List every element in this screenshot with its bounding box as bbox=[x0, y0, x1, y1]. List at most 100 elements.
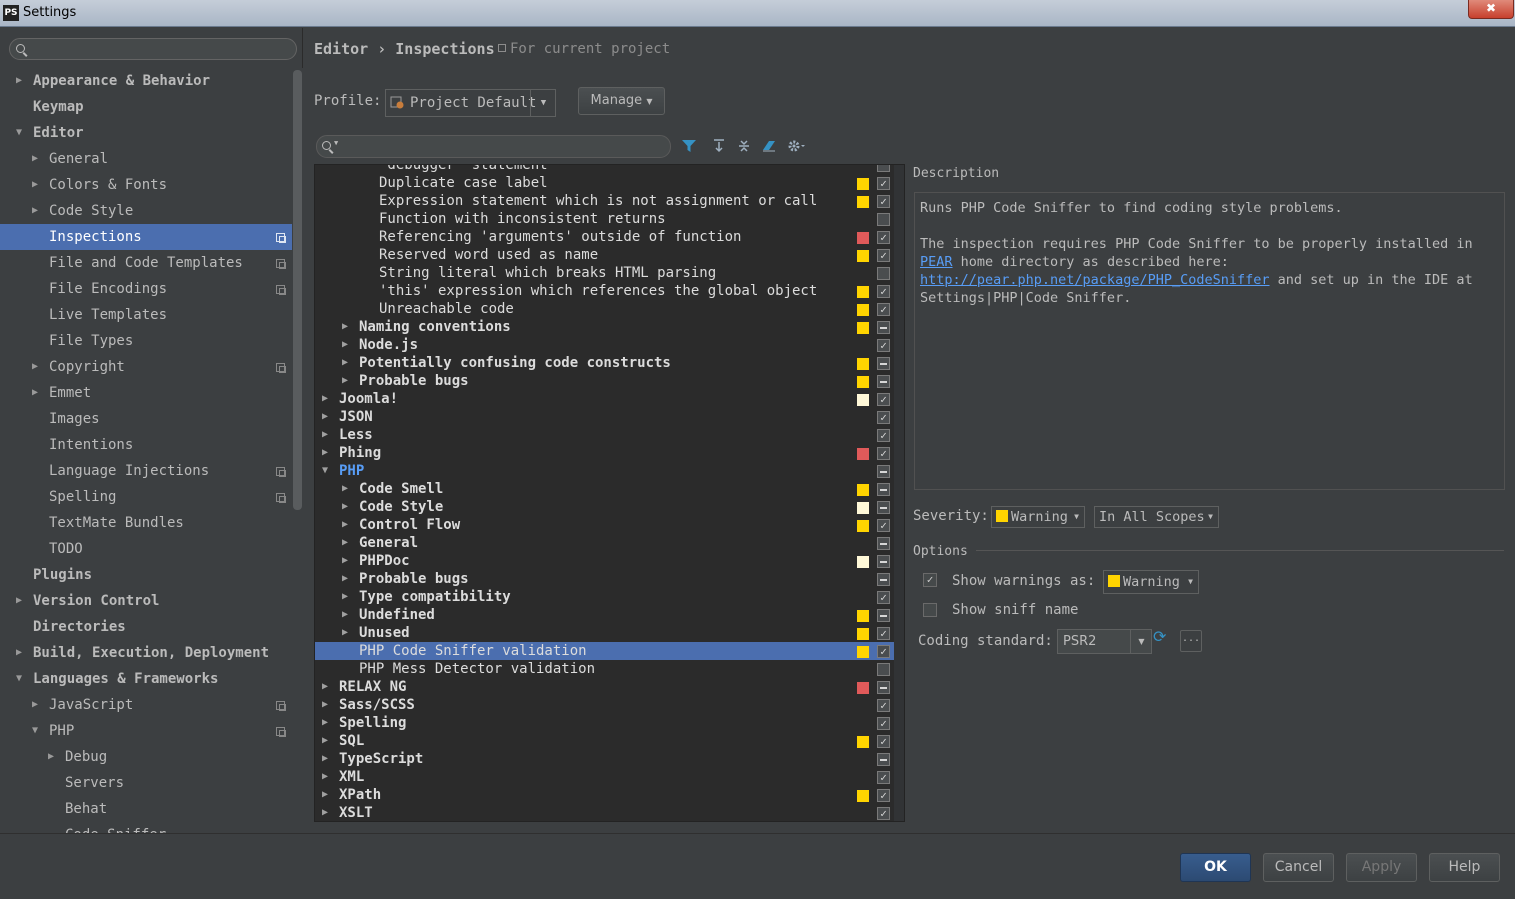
inspection-checkbox[interactable] bbox=[877, 411, 890, 424]
sidebar-item[interactable]: Spelling bbox=[0, 484, 292, 510]
sidebar-scrollbar[interactable] bbox=[292, 68, 303, 833]
reset-eraser-icon[interactable] bbox=[761, 138, 777, 154]
inspection-row[interactable]: ▶ Node.js bbox=[315, 336, 894, 354]
inspection-checkbox[interactable] bbox=[877, 753, 890, 766]
sidebar-item[interactable]: Live Templates bbox=[0, 302, 292, 328]
inspection-row[interactable]: Reserved word used as name bbox=[315, 246, 894, 264]
inspection-filter-input[interactable]: ▼ bbox=[316, 135, 671, 158]
sidebar-item[interactable]: Images bbox=[0, 406, 292, 432]
inspection-checkbox[interactable] bbox=[877, 375, 890, 388]
settings-search-input[interactable] bbox=[9, 38, 297, 60]
collapsed-arrow-icon[interactable]: ▶ bbox=[322, 408, 328, 426]
collapsed-arrow-icon[interactable]: ▶ bbox=[342, 336, 348, 354]
inspection-checkbox[interactable] bbox=[877, 339, 890, 352]
sidebar-item[interactable]: Intentions bbox=[0, 432, 292, 458]
inspection-checkbox[interactable] bbox=[877, 357, 890, 370]
inspection-checkbox[interactable] bbox=[877, 591, 890, 604]
collapsed-arrow-icon[interactable]: ▶ bbox=[16, 640, 22, 666]
inspection-checkbox[interactable] bbox=[877, 393, 890, 406]
expanded-arrow-icon[interactable]: ▼ bbox=[322, 462, 328, 480]
collapsed-arrow-icon[interactable]: ▶ bbox=[322, 678, 328, 696]
scope-dropdown[interactable]: In All Scopes ▼ bbox=[1094, 506, 1219, 528]
inspection-checkbox[interactable] bbox=[877, 267, 890, 280]
collapsed-arrow-icon[interactable]: ▶ bbox=[322, 786, 328, 804]
close-button[interactable]: ✖ bbox=[1468, 0, 1514, 19]
inspection-checkbox[interactable] bbox=[877, 447, 890, 460]
collapsed-arrow-icon[interactable]: ▶ bbox=[16, 588, 22, 614]
inspection-row[interactable]: Referencing 'arguments' outside of funct… bbox=[315, 228, 894, 246]
inspection-row[interactable]: ▶ Code Smell bbox=[315, 480, 894, 498]
inspection-row[interactable]: ▶ Less bbox=[315, 426, 894, 444]
collapsed-arrow-icon[interactable]: ▶ bbox=[342, 570, 348, 588]
inspection-checkbox[interactable] bbox=[877, 519, 890, 532]
collapsed-arrow-icon[interactable]: ▶ bbox=[32, 172, 38, 198]
collapsed-arrow-icon[interactable]: ▶ bbox=[342, 552, 348, 570]
inspection-row[interactable]: ▶ JSON bbox=[315, 408, 894, 426]
inspection-row[interactable]: Expression statement which is not assign… bbox=[315, 192, 894, 210]
inspection-row[interactable]: ▶ Undefined bbox=[315, 606, 894, 624]
inspection-row[interactable]: 'this' expression which references the g… bbox=[315, 282, 894, 300]
sidebar-item[interactable]: Code Sniffer bbox=[0, 822, 292, 833]
inspection-row[interactable]: 'debugger' statement bbox=[315, 165, 894, 174]
inspection-checkbox[interactable] bbox=[877, 573, 890, 586]
inspection-checkbox[interactable] bbox=[877, 663, 890, 676]
inspection-row[interactable]: String literal which breaks HTML parsing bbox=[315, 264, 894, 282]
sidebar-item[interactable]: File and Code Templates bbox=[0, 250, 292, 276]
inspection-checkbox[interactable] bbox=[877, 789, 890, 802]
collapsed-arrow-icon[interactable]: ▶ bbox=[16, 68, 22, 94]
sidebar-item[interactable]: Keymap bbox=[0, 94, 292, 120]
inspection-row[interactable]: ▶ Spelling bbox=[315, 714, 894, 732]
sidebar-item[interactable]: ▶ General bbox=[0, 146, 292, 172]
collapsed-arrow-icon[interactable]: ▶ bbox=[322, 804, 328, 821]
inspection-checkbox[interactable] bbox=[877, 465, 890, 478]
expanded-arrow-icon[interactable]: ▼ bbox=[16, 120, 22, 146]
refresh-icon[interactable]: ⟳ bbox=[1153, 627, 1166, 646]
collapsed-arrow-icon[interactable]: ▶ bbox=[32, 692, 38, 718]
inspection-row[interactable]: ▶ Probable bugs bbox=[315, 372, 894, 390]
filter-icon[interactable] bbox=[681, 138, 697, 154]
gear-icon[interactable] bbox=[786, 138, 808, 154]
collapsed-arrow-icon[interactable]: ▶ bbox=[322, 732, 328, 750]
inspection-row[interactable]: ▶ Control Flow bbox=[315, 516, 894, 534]
inspection-row[interactable]: ▶ Phing bbox=[315, 444, 894, 462]
codesniffer-link[interactable]: http://pear.php.net/package/PHP_CodeSnif… bbox=[920, 272, 1270, 288]
collapsed-arrow-icon[interactable]: ▶ bbox=[32, 198, 38, 224]
sidebar-item[interactable]: TextMate Bundles bbox=[0, 510, 292, 536]
sidebar-item[interactable]: Language Injections bbox=[0, 458, 292, 484]
sidebar-item[interactable]: ▶ Version Control bbox=[0, 588, 292, 614]
inspection-row[interactable]: ▶ XPath bbox=[315, 786, 894, 804]
inspection-checkbox[interactable] bbox=[877, 699, 890, 712]
warnings-as-dropdown[interactable]: Warning ▼ bbox=[1103, 570, 1199, 594]
collapsed-arrow-icon[interactable]: ▶ bbox=[322, 750, 328, 768]
inspection-checkbox[interactable] bbox=[877, 321, 890, 334]
inspection-checkbox[interactable] bbox=[877, 213, 890, 226]
sidebar-item[interactable]: ▶ Code Style bbox=[0, 198, 292, 224]
sidebar-item[interactable]: Behat bbox=[0, 796, 292, 822]
collapsed-arrow-icon[interactable]: ▶ bbox=[342, 516, 348, 534]
collapsed-arrow-icon[interactable]: ▶ bbox=[342, 372, 348, 390]
collapsed-arrow-icon[interactable]: ▶ bbox=[342, 588, 348, 606]
expanded-arrow-icon[interactable]: ▼ bbox=[32, 718, 38, 744]
collapsed-arrow-icon[interactable]: ▶ bbox=[342, 318, 348, 336]
inspection-checkbox[interactable] bbox=[877, 177, 890, 190]
sidebar-item[interactable]: ▶ Emmet bbox=[0, 380, 292, 406]
collapsed-arrow-icon[interactable]: ▶ bbox=[342, 534, 348, 552]
sidebar-item[interactable]: Plugins bbox=[0, 562, 292, 588]
show-sniff-name-checkbox[interactable] bbox=[923, 603, 937, 617]
sidebar-item[interactable]: ▼ PHP bbox=[0, 718, 292, 744]
collapsed-arrow-icon[interactable]: ▶ bbox=[322, 444, 328, 462]
sidebar-item[interactable]: ▶ Debug bbox=[0, 744, 292, 770]
sidebar-item[interactable]: ▶ Copyright bbox=[0, 354, 292, 380]
collapsed-arrow-icon[interactable]: ▶ bbox=[32, 380, 38, 406]
inspection-row[interactable]: ▶ TypeScript bbox=[315, 750, 894, 768]
collapsed-arrow-icon[interactable]: ▶ bbox=[32, 146, 38, 172]
pear-link[interactable]: PEAR bbox=[920, 254, 953, 270]
inspection-checkbox[interactable] bbox=[877, 483, 890, 496]
inspection-row[interactable]: ▶ XML bbox=[315, 768, 894, 786]
expand-all-icon[interactable] bbox=[711, 138, 727, 154]
collapsed-arrow-icon[interactable]: ▶ bbox=[322, 714, 328, 732]
inspection-row[interactable]: ▶ SQL bbox=[315, 732, 894, 750]
inspection-row[interactable]: ▶ Probable bugs bbox=[315, 570, 894, 588]
collapsed-arrow-icon[interactable]: ▶ bbox=[342, 606, 348, 624]
sidebar-item[interactable]: Inspections bbox=[0, 224, 292, 250]
